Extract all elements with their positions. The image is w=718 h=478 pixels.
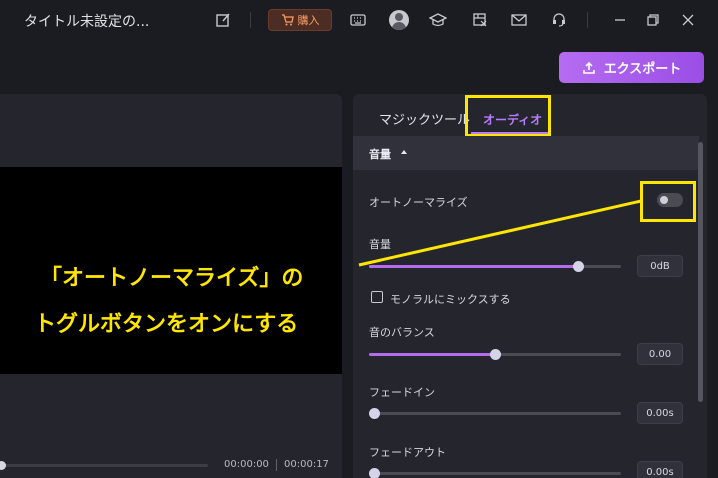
balance-label: 音のバランス: [369, 326, 435, 339]
toolbar-divider: [587, 12, 588, 28]
annotation-text-line-1: 「オートノーマライズ」の: [40, 266, 304, 291]
volume-slider-fill: [369, 265, 578, 268]
time-divider: [276, 459, 277, 471]
fade-out-label: フェードアウト: [369, 446, 446, 459]
close-icon[interactable]: [678, 10, 698, 30]
keyboard-icon[interactable]: [348, 10, 368, 30]
volume-slider-knob[interactable]: [573, 261, 584, 272]
balance-slider-fill: [369, 353, 495, 356]
mono-mix-label: モノラルにミックスする: [390, 293, 511, 306]
playback-timeline[interactable]: 00:00:00 00:00:17: [0, 457, 342, 478]
export-button[interactable]: エクスポート: [559, 52, 704, 83]
headset-icon[interactable]: [549, 10, 569, 30]
properties-panel: マジックツール オーディオ 音量 オートノーマライズ 音量 0dB モノラルにミ…: [353, 94, 707, 478]
export-icon: [582, 61, 595, 74]
annotation-highlight-toggle: [640, 181, 696, 222]
volume-section-header[interactable]: 音量: [353, 136, 699, 170]
volume-label: 音量: [369, 238, 391, 251]
media-tools-icon[interactable]: [470, 10, 490, 30]
auto-normalize-label: オートノーマライズ: [369, 196, 468, 209]
buy-label: 購入: [297, 14, 320, 27]
mail-icon[interactable]: [509, 10, 529, 30]
edit-icon[interactable]: [213, 10, 233, 30]
volume-value[interactable]: 0dB: [637, 255, 683, 277]
title-bar: タイトル未設定の... 購入: [0, 0, 718, 40]
annotation-highlight-tab: [465, 95, 551, 137]
tab-magic-tools[interactable]: マジックツール: [379, 109, 470, 128]
current-time: 00:00:00: [224, 459, 269, 470]
graduation-cap-icon[interactable]: [428, 10, 448, 30]
fade-in-slider[interactable]: [369, 408, 621, 419]
buy-button[interactable]: 購入: [268, 9, 332, 31]
annotation-text-line-2: トグルボタンをオンにする: [34, 312, 299, 337]
volume-slider[interactable]: [369, 261, 621, 272]
balance-slider-knob[interactable]: [490, 349, 501, 360]
minimize-icon[interactable]: [610, 10, 630, 30]
mono-mix-checkbox[interactable]: [371, 291, 383, 303]
restore-icon[interactable]: [643, 10, 663, 30]
export-label: エクスポート: [603, 62, 682, 77]
balance-slider[interactable]: [369, 349, 621, 360]
toolbar-divider: [250, 12, 251, 28]
playback-track[interactable]: [0, 464, 208, 467]
fade-in-value[interactable]: 0.00s: [637, 402, 683, 424]
avatar[interactable]: [389, 10, 409, 30]
fade-in-slider-knob[interactable]: [369, 408, 380, 419]
fade-in-label: フェードイン: [369, 386, 435, 399]
panel-scrollbar[interactable]: [698, 142, 703, 402]
caret-up-icon: [401, 150, 407, 154]
window-title: タイトル未設定の...: [24, 14, 150, 30]
fade-out-value[interactable]: 0.00s: [637, 461, 683, 478]
balance-value[interactable]: 0.00: [637, 343, 683, 365]
total-time: 00:00:17: [284, 459, 329, 470]
fade-out-slider-knob[interactable]: [369, 468, 380, 478]
section-title: 音量: [369, 148, 391, 161]
cart-icon: [281, 14, 294, 26]
playhead[interactable]: [0, 461, 6, 470]
fade-out-slider[interactable]: [369, 468, 621, 478]
